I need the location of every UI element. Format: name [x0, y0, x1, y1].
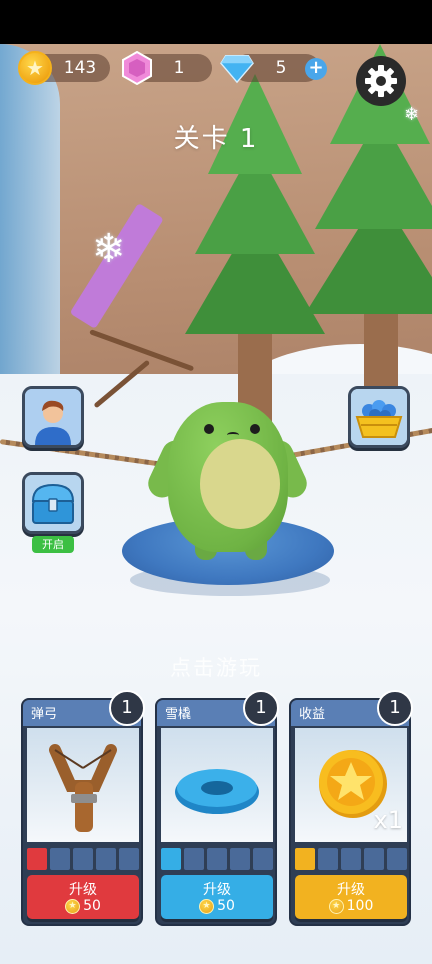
- avatar-icon: [25, 389, 81, 445]
- upgrade-progress: [295, 848, 407, 870]
- upgrade-card-sled: 雪橇 1 升级 ★ 50: [155, 690, 279, 926]
- progress-segment: [295, 848, 315, 870]
- card-title: 雪橇: [165, 707, 192, 722]
- snow-tube-icon: [175, 769, 259, 814]
- status-bar: [0, 0, 432, 44]
- coin-icon: ★: [199, 898, 215, 914]
- upgrade-button[interactable]: 升级 ★ 50: [161, 875, 273, 919]
- background-ice: [0, 44, 60, 424]
- tap-to-play-hint[interactable]: 点击游玩: [0, 652, 432, 682]
- frog-eye: [204, 424, 214, 434]
- progress-segment: [207, 848, 227, 870]
- progress-segment: [387, 848, 407, 870]
- blue-diamond-icon: [220, 55, 254, 84]
- progress-segment: [161, 848, 181, 870]
- progress-segment: [96, 848, 116, 870]
- level-title: 关卡 1: [173, 124, 259, 154]
- chest-button[interactable]: [22, 472, 84, 534]
- add-diamonds-button[interactable]: +: [305, 58, 327, 80]
- upgrade-card-slingshot: 弹弓 1 升级 ★ 50: [21, 690, 145, 926]
- cost-value: 50: [217, 898, 235, 914]
- progress-segment: [253, 848, 273, 870]
- progress-segment: [230, 848, 250, 870]
- chest-icon: [25, 475, 81, 531]
- skin-button[interactable]: [22, 386, 84, 448]
- coin-icon: ★: [328, 898, 344, 914]
- progress-segment: [119, 848, 139, 870]
- progress-segment: [364, 848, 384, 870]
- card-level-badge: 1: [109, 690, 145, 726]
- upgrade-label: 升级: [337, 882, 365, 898]
- gem-count: 1: [173, 58, 185, 78]
- progress-segment: [184, 848, 204, 870]
- gear-icon: [365, 65, 397, 97]
- upgrade-progress: [27, 848, 139, 870]
- cost-value: 100: [346, 898, 374, 914]
- snowflake-icon: ❄: [92, 226, 126, 272]
- card-level-badge: 1: [243, 690, 279, 726]
- upgrade-card-income: 收益 1 x1 升级 ★ 100: [289, 690, 413, 926]
- coin-count: 143: [63, 58, 97, 78]
- progress-segment: [341, 848, 361, 870]
- upgrade-progress: [161, 848, 273, 870]
- progress-segment: [50, 848, 70, 870]
- upgrade-label: 升级: [69, 882, 97, 898]
- chest-open-badge: 开启: [32, 536, 74, 553]
- settings-button[interactable]: [356, 56, 406, 106]
- upgrade-label: 升级: [203, 882, 231, 898]
- diamond-count: 5: [275, 58, 287, 78]
- slingshot-icon: [49, 744, 117, 832]
- gem-basket-icon: [351, 389, 407, 445]
- frog-mouth: [227, 432, 239, 438]
- gem-shop-button[interactable]: [348, 386, 410, 448]
- upgrade-button[interactable]: 升级 ★ 50: [27, 875, 139, 919]
- card-level-badge: 1: [377, 690, 413, 726]
- progress-segment: [318, 848, 338, 870]
- card-image: [27, 728, 139, 842]
- card-image: [161, 728, 273, 842]
- frog-eye: [250, 424, 260, 434]
- star-coin-icon: ★: [18, 51, 52, 85]
- card-title: 弹弓: [31, 707, 58, 722]
- card-title: 收益: [299, 707, 326, 722]
- upgrade-cost: ★ 50: [161, 898, 273, 914]
- pink-gem-icon: [122, 51, 152, 85]
- upgrade-cost: ★ 50: [27, 898, 139, 914]
- cost-value: 50: [83, 898, 101, 914]
- income-multiplier: x1: [373, 806, 403, 834]
- progress-segment: [73, 848, 93, 870]
- upgrade-button[interactable]: 升级 ★ 100: [295, 875, 407, 919]
- upgrade-cost: ★ 100: [295, 898, 407, 914]
- progress-segment: [27, 848, 47, 870]
- coin-icon: ★: [65, 898, 81, 914]
- frog-belly: [200, 439, 280, 529]
